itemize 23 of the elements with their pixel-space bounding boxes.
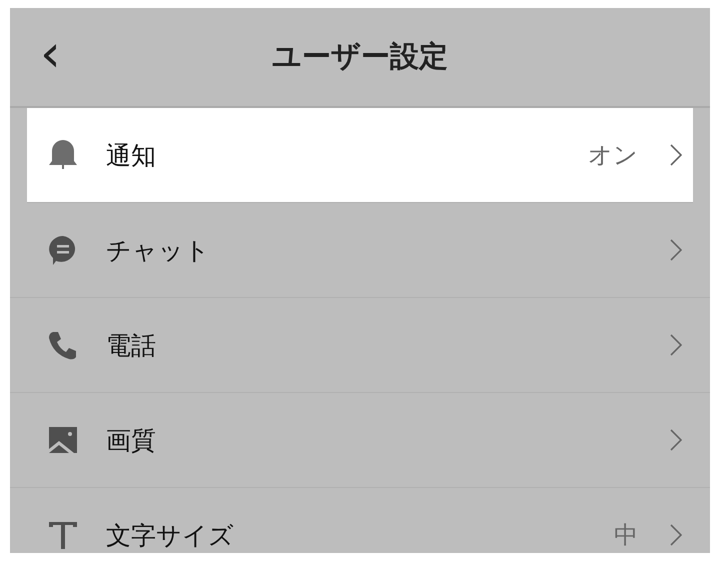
chevron-right-icon [670, 239, 682, 261]
row-label: 電話 [106, 330, 157, 362]
settings-row[interactable]: 通知 オン [27, 108, 693, 203]
row-label: チャット [106, 234, 211, 266]
row-label: 画質 [106, 424, 157, 456]
settings-row[interactable]: 画質 [10, 393, 710, 488]
row-value: 中 [614, 520, 638, 551]
settings-row[interactable]: 電話 [10, 298, 710, 393]
row-value: オン [588, 140, 638, 171]
row-label: 通知 [106, 140, 157, 172]
row-label: 文字サイズ [106, 520, 235, 552]
phone-icon [47, 329, 79, 361]
image-icon [47, 424, 79, 456]
screen-title: ユーザー設定 [272, 38, 448, 75]
settings-row[interactable]: 文字サイズ 中 [10, 488, 710, 553]
back-button[interactable]: ‹ [40, 28, 61, 80]
chevron-right-icon [670, 429, 682, 451]
bell-icon [47, 139, 79, 171]
chevron-right-icon [670, 524, 682, 546]
chevron-right-icon [670, 334, 682, 356]
settings-row[interactable]: チャット [10, 203, 710, 298]
chevron-right-icon [670, 144, 682, 166]
text-size-icon [47, 519, 79, 551]
